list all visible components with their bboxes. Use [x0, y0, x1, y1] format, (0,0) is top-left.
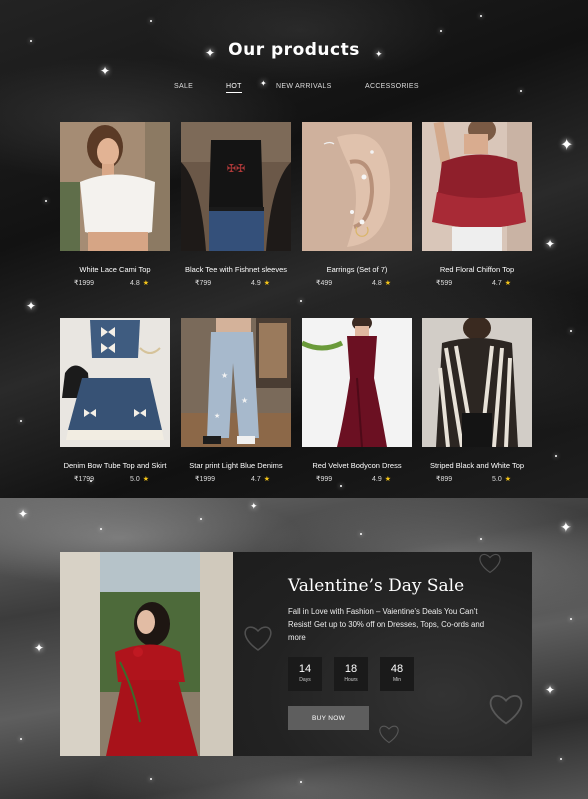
- product-price: ₹799: [195, 280, 212, 287]
- product-card[interactable]: Denim Bow Tube Top and Skirt ₹1799 5.0 ★: [60, 318, 170, 483]
- product-price: ₹499: [316, 280, 333, 287]
- tab-hot[interactable]: HOT: [226, 83, 242, 93]
- product-rating: 4.8 ★: [372, 280, 392, 287]
- heart-icon: [479, 553, 501, 574]
- product-card[interactable]: ✠✠ Black Tee with Fishnet sleeves ₹799 4…: [181, 122, 291, 287]
- star-icon: ★: [142, 280, 150, 287]
- product-card[interactable]: Striped Black and White Top ₹899 5.0 ★: [422, 318, 532, 483]
- product-image[interactable]: ★ ★ ★: [181, 318, 291, 447]
- product-image[interactable]: [302, 318, 412, 447]
- heart-icon: [244, 626, 272, 651]
- tab-new-arrivals[interactable]: NEW ARRIVALS: [276, 83, 332, 90]
- sale-title: Valentine’s Day Sale: [288, 576, 465, 596]
- product-rating: 4.9 ★: [372, 476, 392, 483]
- product-name[interactable]: Denim Bow Tube Top and Skirt: [53, 461, 177, 470]
- products-section: ✦ ✦ ✦ ✦ ✦ ✦ ✦ Our products SALE HOT NEW …: [0, 0, 588, 498]
- product-rating: 4.7 ★: [251, 476, 271, 483]
- sparkle-icon: ✦: [100, 64, 111, 78]
- tab-accessories[interactable]: ACCESSORIES: [365, 83, 419, 90]
- product-name[interactable]: Striped Black and White Top: [415, 461, 539, 470]
- product-price: ₹999: [316, 476, 333, 483]
- product-card[interactable]: Earrings (Set of 7) ₹499 4.8 ★: [302, 122, 412, 287]
- svg-text:★: ★: [221, 371, 228, 380]
- product-image[interactable]: [422, 318, 532, 447]
- product-rating: 5.0 ★: [492, 476, 512, 483]
- countdown-minutes: 48 Min: [380, 657, 414, 691]
- product-card[interactable]: Red Floral Chiffon Top ₹599 4.7 ★: [422, 122, 532, 287]
- category-tabs: SALE HOT NEW ARRIVALS ACCESSORIES: [0, 83, 588, 95]
- sale-content-panel: Valentine’s Day Sale Fall in Love with F…: [233, 552, 532, 756]
- countdown-value: 18: [344, 663, 358, 675]
- star-icon: ★: [263, 280, 271, 287]
- buy-now-button[interactable]: BUY NOW: [288, 706, 369, 730]
- product-card[interactable]: White Lace Cami Top ₹1999 4.8 ★: [60, 122, 170, 287]
- product-rating: 4.9 ★: [251, 280, 271, 287]
- product-image[interactable]: [60, 122, 170, 251]
- star-icon: ★: [504, 476, 512, 483]
- countdown-value: 48: [390, 663, 404, 675]
- countdown-value: 14: [298, 663, 312, 675]
- product-price: ₹899: [436, 476, 453, 483]
- product-name[interactable]: Earrings (Set of 7): [295, 265, 419, 274]
- heart-icon: [489, 695, 523, 725]
- product-name[interactable]: Star print Light Blue Denims: [174, 461, 298, 470]
- product-card[interactable]: ★ ★ ★ Star print Light Blue Denims ₹1999…: [181, 318, 291, 483]
- sparkle-icon: ✦: [545, 237, 556, 251]
- star-icon: ★: [384, 280, 392, 287]
- tab-sale[interactable]: SALE: [174, 83, 193, 90]
- page-title: Our products: [228, 40, 360, 60]
- product-price: ₹1999: [195, 476, 216, 483]
- sale-description: Fall in Love with Fashion – Vaientine’s …: [288, 607, 485, 642]
- countdown-label: Min: [392, 677, 402, 683]
- product-image[interactable]: ✠✠: [181, 122, 291, 251]
- star-icon: ★: [504, 280, 512, 287]
- countdown-hours: 18 Hours: [334, 657, 368, 691]
- product-image[interactable]: [422, 122, 532, 251]
- sparkle-icon: ✦: [545, 683, 556, 697]
- valentine-sale-banner: Valentine’s Day Sale Fall in Love with F…: [60, 552, 532, 756]
- product-rating: 5.0 ★: [130, 476, 150, 483]
- countdown-label: Days: [299, 677, 311, 683]
- svg-text:★: ★: [214, 412, 220, 420]
- product-price: ₹1999: [74, 280, 95, 287]
- product-price: ₹1799: [74, 476, 95, 483]
- countdown-days: 14 Days: [288, 657, 322, 691]
- sparkle-icon: ✦: [560, 519, 572, 535]
- sparkle-icon: ✦: [26, 299, 37, 313]
- sparkle-icon: ✦: [250, 501, 258, 511]
- sparkle-icon: ✦: [34, 641, 45, 655]
- svg-text:✠✠: ✠✠: [227, 162, 245, 175]
- product-rating: 4.8 ★: [130, 280, 150, 287]
- product-name[interactable]: Red Velvet Bodycon Dress: [295, 461, 419, 470]
- product-name[interactable]: Black Tee with Fishnet sleeves: [174, 265, 298, 274]
- svg-text:★: ★: [241, 396, 248, 405]
- product-name[interactable]: Red Floral Chiffon Top: [415, 265, 539, 274]
- product-card[interactable]: Red Velvet Bodycon Dress ₹999 4.9 ★: [302, 318, 412, 483]
- heart-icon: [379, 725, 399, 744]
- countdown-label: Hours: [344, 677, 358, 683]
- sparkle-icon: ✦: [560, 137, 574, 154]
- product-price: ₹599: [436, 280, 453, 287]
- star-icon: ★: [263, 476, 271, 483]
- product-image[interactable]: [60, 318, 170, 447]
- product-rating: 4.7 ★: [492, 280, 512, 287]
- sparkle-icon: ✦: [18, 507, 29, 521]
- star-icon: ★: [142, 476, 150, 483]
- product-name[interactable]: White Lace Cami Top: [53, 265, 177, 274]
- product-image[interactable]: [302, 122, 412, 251]
- sale-photo: [60, 552, 233, 756]
- star-icon: ★: [384, 476, 392, 483]
